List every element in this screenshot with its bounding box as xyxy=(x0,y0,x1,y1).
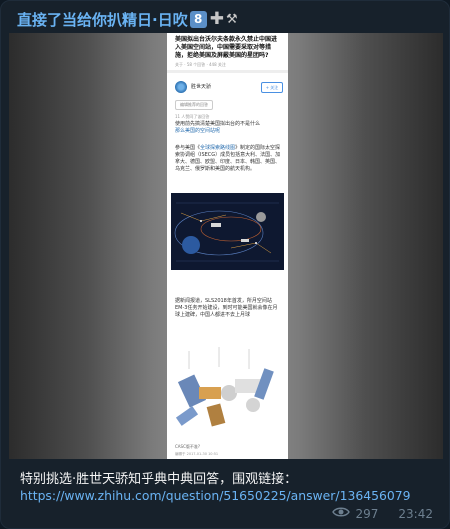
answer-tag: 编辑推荐的回答 xyxy=(175,100,213,110)
answer-link: 那么美国的空间站呢 xyxy=(175,128,221,134)
avatar xyxy=(175,81,187,93)
answer-link: 全球探索路线图 xyxy=(200,145,236,151)
station-render xyxy=(169,339,287,440)
author-name: 胜世天骄 xyxy=(191,84,212,90)
follow-button: + 关注 xyxy=(261,82,283,93)
post-caption: 特别挑选·胜世天骄知乎典中典回答，围观链接： xyxy=(20,472,298,487)
space-station-diagram xyxy=(171,193,284,270)
answer-paragraph: 据新闻报道，SLS2018年首发，所月空间站EM-3任务开始建设，到时可能美国就… xyxy=(175,298,278,318)
zhihu-screenshot: 美国拟出台沃尔夫条款永久禁止中国进入美国空间站，中国需要采取对等措施，拒绝美国及… xyxy=(167,33,288,459)
channel-name: 直接了当给你扒精日·日吹 xyxy=(17,10,188,29)
image-caption: CASC版不准? xyxy=(175,444,200,449)
channel-title[interactable]: 直接了当给你扒精日·日吹 8 ✚ ⚒ xyxy=(17,8,238,30)
answer-text: 参与美国《 xyxy=(175,145,201,151)
answer-paragraph: 使用前先搞清楚美国拟出台的不是什么 那么美国的空间站呢 xyxy=(175,121,281,135)
hammer-pick-icon: ⚒ xyxy=(225,11,238,27)
message-meta: 297 23:42 xyxy=(331,506,433,521)
number-badge-icon: 8 xyxy=(189,10,207,28)
eye-icon xyxy=(331,506,350,521)
answer-text: 使用前先搞清楚美国拟出台的不是什么 xyxy=(175,121,261,127)
zhihu-link[interactable]: https://www.zhihu.com/question/51650225/… xyxy=(20,488,411,503)
edit-timestamp: 编辑于 2017-01-30 10:51 xyxy=(175,452,219,456)
message-bubble: 直接了当给你扒精日·日吹 8 ✚ ⚒ 美国拟出台沃尔夫条款永久禁止中国进入美国空… xyxy=(0,0,450,529)
answer-paragraph: 参与美国《全球探索路线图》制定的国际太空探索协调组（ISECG）成员包括意大利、… xyxy=(175,145,281,173)
upvote-count: 11 人赞同了该回答 xyxy=(175,114,210,119)
post-time: 23:42 xyxy=(398,506,433,521)
view-count: 297 xyxy=(355,506,379,521)
plus-icon: ✚ xyxy=(209,8,224,29)
question-title: 美国拟出台沃尔夫条款永久禁止中国进入美国空间站，中国需要采取对等措施，拒绝美国及… xyxy=(175,36,278,59)
question-meta: 关于 · 58 个回答 · 448 关注 xyxy=(175,62,226,67)
post-image[interactable]: 美国拟出台沃尔夫条款永久禁止中国进入美国空间站，中国需要采取对等措施，拒绝美国及… xyxy=(9,33,443,459)
divider xyxy=(167,70,288,73)
